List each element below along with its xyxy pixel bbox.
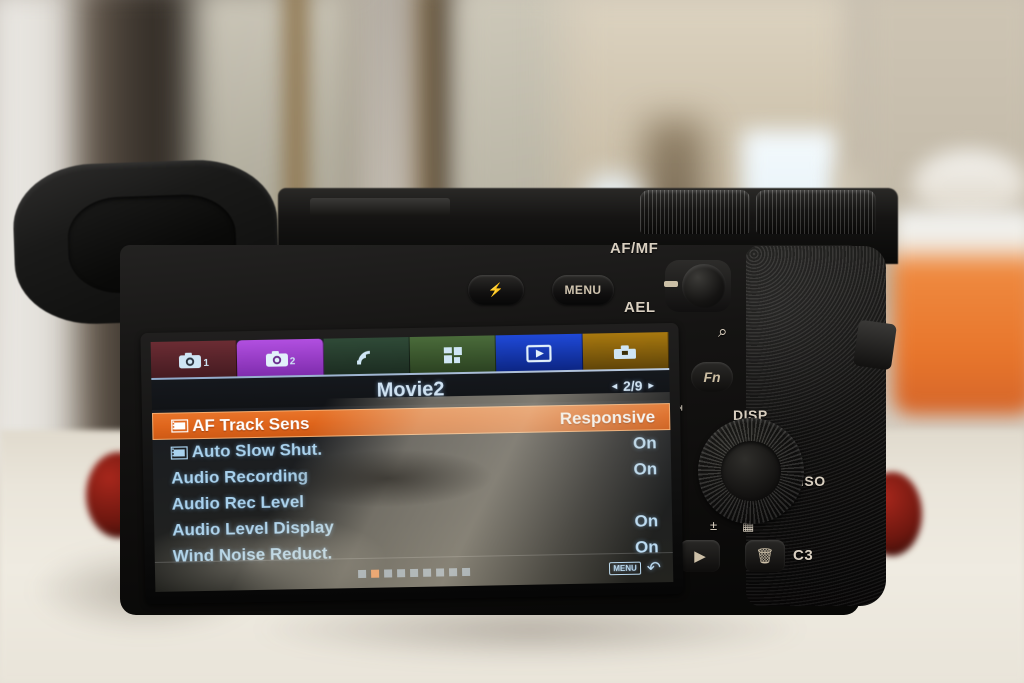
tab-camera-settings-2[interactable]: 2 xyxy=(236,338,324,379)
page-title: Movie2 xyxy=(376,377,445,402)
photo-scene: AF/MF AEL DISP ISO C3 ⚡ MENU ⌕ Fn ⇥ ⏱ ▣ … xyxy=(0,0,1024,683)
af-mf-lever-indicator xyxy=(664,281,678,287)
control-dial[interactable] xyxy=(756,190,876,234)
apps-icon xyxy=(443,347,462,364)
control-wheel[interactable] xyxy=(698,418,804,524)
camera-body: AF/MF AEL DISP ISO C3 ⚡ MENU ⌕ Fn ⇥ ⏱ ▣ … xyxy=(0,150,920,620)
next-page-arrow[interactable]: ▸ xyxy=(648,380,653,391)
playback-button[interactable]: ▶ xyxy=(680,540,720,572)
menu-row-value: Responsive xyxy=(559,406,656,428)
menu-badge[interactable]: MENU xyxy=(609,561,641,576)
page-dots[interactable] xyxy=(358,567,471,578)
fn-button[interactable]: Fn xyxy=(691,362,733,392)
delete-button[interactable]: 🗑 xyxy=(745,540,785,572)
flash-button[interactable]: ⚡ xyxy=(468,275,524,305)
play-icon: ▶ xyxy=(694,548,706,565)
tab-application[interactable] xyxy=(409,335,497,376)
lcd-screen-frame: 1 2 Movie2 ◂ 2/9 ▸ AF Track Sens Respons… xyxy=(140,322,684,605)
menu-row-value: On xyxy=(633,459,658,479)
menu-row-label: Audio Level Display xyxy=(172,517,334,540)
menu-row-label: AF Track Sens xyxy=(192,413,310,435)
playback-icon xyxy=(526,344,552,363)
flash-icon: ⚡ xyxy=(487,282,505,297)
page-indicator[interactable]: ◂ 2/9 ▸ xyxy=(612,377,654,394)
label-iso[interactable]: ISO xyxy=(800,473,826,489)
zoom-in-icon[interactable]: ⌕ xyxy=(718,322,728,342)
trash-icon: 🗑 xyxy=(755,548,775,565)
hot-shoe xyxy=(310,198,450,216)
tab-camera-settings-1[interactable]: 1 xyxy=(150,340,238,380)
camera-icon xyxy=(179,352,202,369)
exposure-compensation-icon: ± xyxy=(710,518,718,533)
footer-actions[interactable]: MENU ↶ xyxy=(609,558,661,579)
page-counter: 2/9 xyxy=(622,377,643,394)
menu-button[interactable]: MENU xyxy=(552,275,614,305)
menu-item-list[interactable]: AF Track Sens Responsive Auto Slow Shut.… xyxy=(151,400,673,570)
page-dot[interactable] xyxy=(358,569,367,578)
tab-playback[interactable] xyxy=(495,333,583,374)
menu-row-label: Audio Recording xyxy=(171,465,309,488)
strap-lug xyxy=(852,319,898,371)
control-wheel-center-button[interactable] xyxy=(721,441,781,501)
menu-row-value: On xyxy=(632,433,657,453)
tab-network[interactable] xyxy=(323,337,411,377)
page-dot[interactable] xyxy=(449,567,458,576)
tab-setup[interactable] xyxy=(582,332,670,372)
page-dot[interactable] xyxy=(462,567,471,576)
page-dot[interactable] xyxy=(410,568,419,577)
label-ael: AEL xyxy=(624,299,656,316)
tab-number: 1 xyxy=(203,357,210,369)
prev-page-arrow[interactable]: ◂ xyxy=(612,381,617,392)
label-af-mf: AF/MF xyxy=(610,240,659,257)
tab-number: 2 xyxy=(289,356,296,368)
rear-control-knob[interactable] xyxy=(682,264,726,308)
page-dot-active[interactable] xyxy=(371,569,380,578)
camera-icon xyxy=(265,351,288,367)
movie-icon xyxy=(170,445,188,460)
movie-icon xyxy=(171,419,189,433)
back-arrow-icon[interactable]: ↶ xyxy=(647,558,662,578)
label-c3[interactable]: C3 xyxy=(793,547,813,564)
page-dot[interactable] xyxy=(397,568,406,577)
page-dot[interactable] xyxy=(423,568,432,577)
menu-row-label: Audio Rec Level xyxy=(171,492,305,514)
lcd-screen[interactable]: 1 2 Movie2 ◂ 2/9 ▸ AF Track Sens Respons… xyxy=(150,332,674,592)
toolbox-icon xyxy=(614,345,637,360)
menu-row-label: Auto Slow Shut. xyxy=(191,439,323,462)
page-dot[interactable] xyxy=(436,567,445,577)
page-dot[interactable] xyxy=(384,568,393,578)
mode-dial[interactable] xyxy=(640,190,750,234)
wireless-icon xyxy=(357,350,371,365)
menu-row-value: On xyxy=(634,511,659,531)
